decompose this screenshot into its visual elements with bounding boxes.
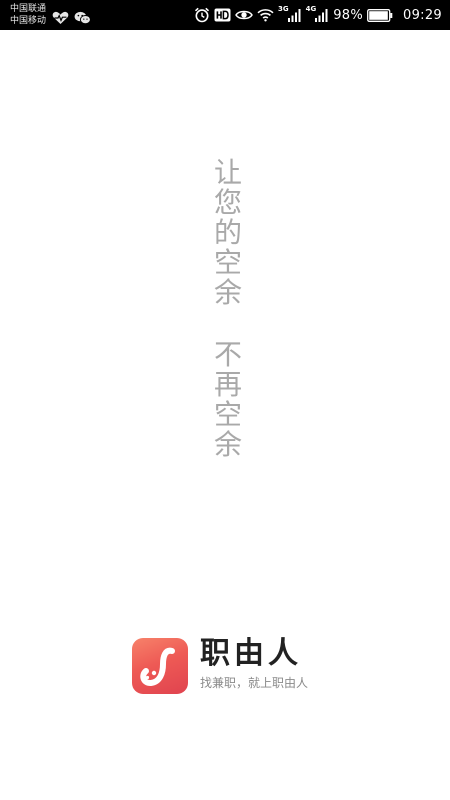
- slogan-gap: [210, 308, 246, 340]
- signal-icon: [287, 9, 301, 22]
- app-logo-icon: [132, 638, 188, 694]
- carrier-1-label: 中国联通: [10, 4, 47, 14]
- splash-screen: 中国联通 中国移动 3G 4G 98% 09:29 让 您 的 空 余 不 再 …: [0, 0, 450, 800]
- slogan-char: 空: [213, 398, 242, 431]
- slogan-char: 余: [213, 276, 242, 309]
- signal-icon: [315, 9, 328, 22]
- notification-icons: [52, 7, 91, 24]
- signal-1-group: 3G: [278, 0, 302, 30]
- signal-2-group: 4G: [306, 0, 330, 30]
- eye-comfort-icon: [235, 0, 253, 30]
- slogan: 让 您 的 空 余 不 再 空 余: [210, 158, 246, 460]
- carrier-2-label: 中国移动: [10, 16, 47, 26]
- system-status-icons: 3G 4G 98% 09:29: [194, 0, 442, 30]
- network-type-1-label: 3G: [277, 5, 289, 13]
- slogan-char: 不: [213, 338, 242, 371]
- slogan-char: 让: [213, 156, 242, 189]
- wechat-icon: [74, 11, 91, 24]
- status-clock: 09:29: [403, 7, 442, 23]
- hd-icon: [214, 0, 231, 30]
- slogan-char: 余: [213, 428, 242, 461]
- carrier-info: 中国联通 中国移动: [10, 3, 46, 27]
- network-type-2-label: 4G: [305, 5, 317, 13]
- app-tagline: 找兼职，就上职由人: [200, 676, 309, 690]
- alarm-icon: [194, 0, 210, 30]
- battery-fill: [369, 10, 388, 20]
- battery-percent: 98%: [333, 7, 364, 23]
- battery-icon: [367, 0, 393, 30]
- brand-block: 职由人 找兼职，就上职由人: [132, 636, 342, 694]
- slogan-char: 空: [213, 246, 242, 279]
- slogan-char: 的: [213, 216, 242, 249]
- slogan-char: 您: [213, 186, 242, 219]
- wifi-icon: [257, 0, 274, 30]
- app-name: 职由人: [200, 636, 302, 671]
- status-bar: 中国联通 中国移动 3G 4G 98% 09:29: [0, 0, 450, 30]
- slogan-char: 再: [213, 368, 242, 401]
- heart-rate-icon: [52, 11, 69, 24]
